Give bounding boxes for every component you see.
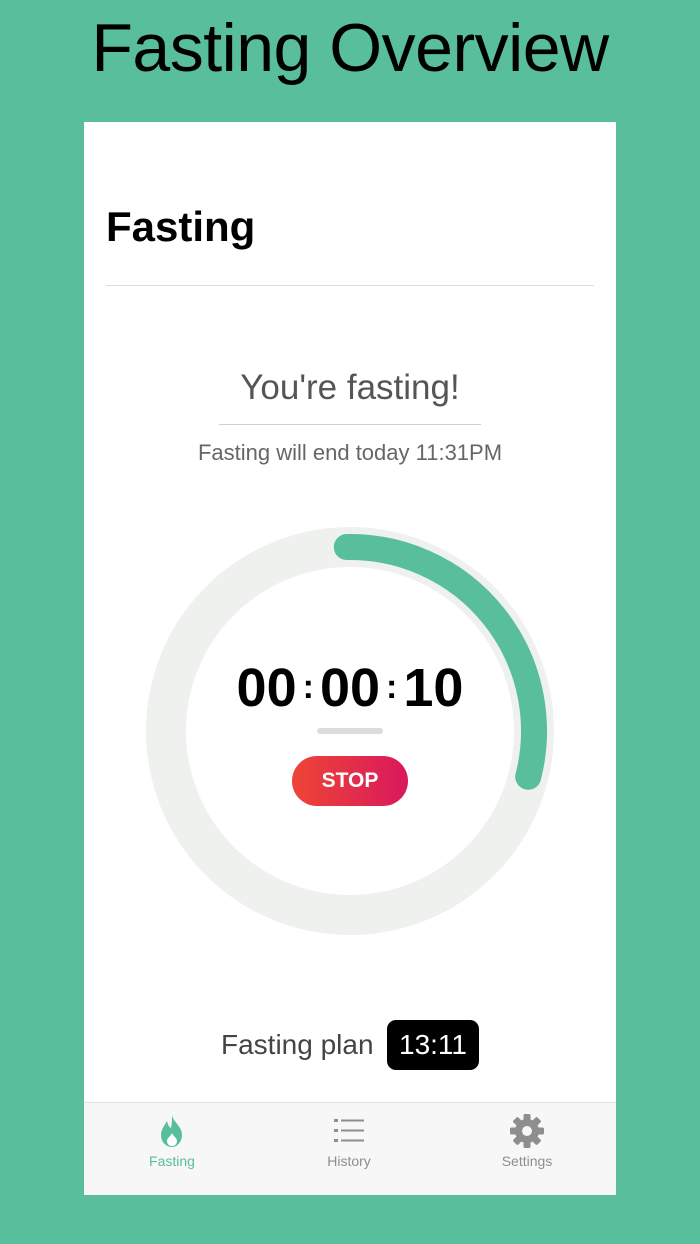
promo-title: Fasting Overview — [91, 10, 609, 86]
fasting-end-text: Fasting will end today 11:31PM — [197, 440, 503, 465]
fasting-status-heading: You're fasting! — [240, 368, 460, 407]
gear-icon — [510, 1114, 544, 1148]
timer-separator: : — [386, 668, 398, 706]
timer-separator: : — [302, 668, 314, 706]
list-icon — [334, 1119, 364, 1142]
header-divider — [106, 285, 594, 286]
timer-hours: 00 — [236, 658, 297, 718]
flame-icon — [161, 1115, 182, 1147]
timer-indicator-bar — [317, 728, 383, 734]
tab-fasting[interactable]: Fasting — [107, 1103, 237, 1195]
tab-fasting-label: Fasting — [149, 1153, 195, 1169]
timer-display: 00:00:10 — [84, 656, 616, 727]
tab-history[interactable]: History — [284, 1103, 414, 1195]
timer-minutes: 00 — [319, 658, 381, 718]
timer-seconds: 10 — [403, 658, 464, 718]
page-title: Fasting — [106, 203, 256, 250]
stop-button[interactable]: STOP — [292, 756, 408, 806]
fasting-plan-badge[interactable]: 13:11 — [387, 1020, 479, 1070]
tab-bar: Fasting History Settings — [84, 1102, 616, 1195]
fasting-plan-row: Fasting plan 13:11 — [84, 1020, 616, 1070]
app-screen: Fasting You're fasting! Fasting will end… — [84, 122, 616, 1195]
tab-settings[interactable]: Settings — [462, 1103, 592, 1195]
fasting-plan-label: Fasting plan — [221, 1029, 374, 1060]
status-divider — [219, 424, 481, 425]
tab-settings-label: Settings — [501, 1153, 553, 1169]
tab-history-label: History — [327, 1153, 371, 1169]
